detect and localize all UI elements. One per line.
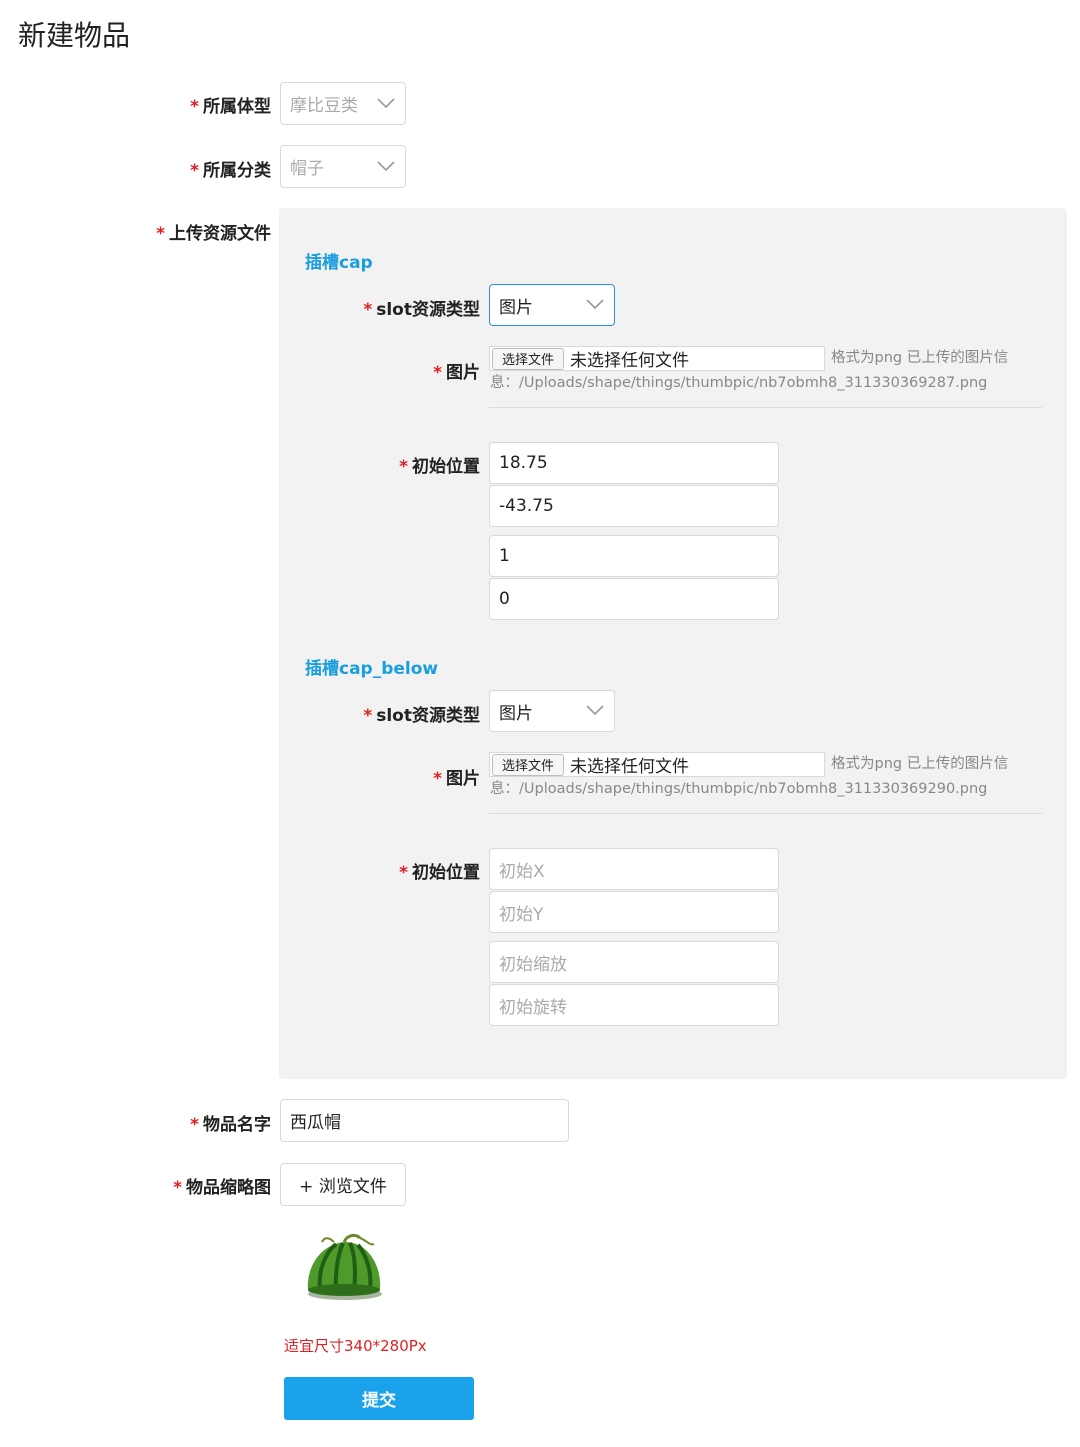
slot-image-label-text: 图片	[446, 769, 480, 789]
initial-rotate-input[interactable]: 初始旋转	[489, 984, 779, 1026]
chevron-down-icon	[586, 705, 604, 715]
slot-image-label-text: 图片	[446, 363, 480, 383]
position-label-text: 初始位置	[412, 863, 480, 883]
watermelon-hat-thumbnail	[307, 1233, 382, 1300]
required-mark: *	[433, 363, 442, 383]
initial-x-input[interactable]: 18.75	[489, 442, 779, 484]
body-type-label-text: 所属体型	[203, 97, 271, 117]
chevron-down-icon	[377, 97, 395, 108]
item-name-value: 西瓜帽	[290, 1113, 341, 1133]
body-type-select[interactable]: 摩比豆类	[280, 82, 406, 125]
divider	[489, 407, 1042, 408]
category-select[interactable]: 帽子	[280, 145, 406, 188]
upload-label-text: 上传资源文件	[169, 224, 271, 244]
required-mark: *	[363, 706, 373, 726]
slot-image-label: * 图片	[433, 764, 480, 789]
slot-type-label-text: slot资源类型	[376, 300, 480, 320]
initial-y-value: -43.75	[499, 496, 554, 516]
position-label: * 初始位置	[399, 858, 480, 883]
initial-rotate-input[interactable]: 0	[489, 578, 779, 620]
slot-type-select[interactable]: 图片	[489, 284, 615, 326]
choose-file-button[interactable]: 选择文件	[492, 753, 565, 776]
file-status: 未选择任何文件	[570, 757, 690, 777]
initial-scale-input[interactable]: 初始缩放	[489, 941, 779, 983]
file-info-line2: 息：/Uploads/shape/things/thumbpic/nb7obmh…	[490, 375, 988, 391]
initial-x-value: 18.75	[499, 453, 548, 473]
category-label-text: 所属分类	[203, 161, 271, 181]
required-mark: *	[190, 161, 199, 181]
initial-y-placeholder: 初始Y	[499, 904, 544, 925]
item-name-label-text: 物品名字	[203, 1115, 271, 1135]
file-status: 未选择任何文件	[570, 351, 690, 371]
submit-button[interactable]: 提交	[284, 1377, 474, 1420]
required-mark: *	[156, 224, 165, 244]
position-label-text: 初始位置	[412, 457, 480, 477]
slot-type-label-text: slot资源类型	[376, 706, 480, 726]
slot-image-label: * 图片	[433, 358, 480, 383]
initial-rotate-placeholder: 初始旋转	[499, 997, 567, 1018]
initial-rotate-value: 0	[499, 589, 510, 609]
required-mark: *	[433, 769, 442, 789]
page-title: 新建物品	[18, 19, 131, 52]
initial-y-input[interactable]: 初始Y	[489, 891, 779, 933]
slot-type-select[interactable]: 图片	[489, 690, 615, 732]
slot-title: 插槽cap_below	[305, 659, 439, 679]
initial-scale-value: 1	[499, 546, 510, 566]
thumbnail-label: * 物品缩略图	[173, 1173, 271, 1198]
size-hint: 适宜尺寸340*280Px	[284, 1337, 427, 1355]
category-label: * 所属分类	[190, 156, 271, 181]
body-type-value: 摩比豆类	[290, 96, 358, 116]
file-info-line1: 格式为png 已上传的图片信	[831, 756, 1009, 772]
initial-scale-placeholder: 初始缩放	[499, 954, 567, 975]
required-mark: *	[399, 863, 408, 883]
upload-label: * 上传资源文件	[156, 219, 271, 244]
file-info-line2: 息：/Uploads/shape/things/thumbpic/nb7obmh…	[490, 781, 988, 797]
file-info-line1: 格式为png 已上传的图片信	[831, 350, 1009, 366]
item-name-input[interactable]: 西瓜帽	[280, 1099, 569, 1142]
position-label: * 初始位置	[399, 452, 480, 477]
file-input[interactable]: 选择文件 未选择任何文件	[489, 346, 825, 371]
initial-x-input[interactable]: 初始X	[489, 848, 779, 890]
choose-file-button[interactable]: 选择文件	[492, 347, 565, 370]
required-mark: *	[173, 1178, 182, 1198]
divider	[489, 813, 1042, 814]
initial-scale-input[interactable]: 1	[489, 535, 779, 577]
slot-type-value: 图片	[499, 297, 533, 318]
slot-type-label: * slot资源类型	[363, 295, 480, 320]
thumbnail-label-text: 物品缩略图	[186, 1178, 271, 1198]
slot-title: 插槽cap	[305, 253, 373, 273]
chevron-down-icon	[586, 299, 604, 309]
required-mark: *	[190, 1115, 199, 1135]
body-type-label: * 所属体型	[190, 92, 271, 117]
slot-type-value: 图片	[499, 703, 533, 724]
required-mark: *	[363, 300, 373, 320]
category-value: 帽子	[290, 159, 324, 179]
initial-x-placeholder: 初始X	[499, 861, 545, 882]
required-mark: *	[190, 97, 199, 117]
file-input[interactable]: 选择文件 未选择任何文件	[489, 752, 825, 777]
slot-type-label: * slot资源类型	[363, 701, 480, 726]
item-name-label: * 物品名字	[190, 1110, 271, 1135]
required-mark: *	[399, 457, 408, 477]
browse-file-button[interactable]: + 浏览文件	[280, 1163, 406, 1206]
chevron-down-icon	[377, 160, 395, 171]
initial-y-input[interactable]: -43.75	[489, 485, 779, 527]
